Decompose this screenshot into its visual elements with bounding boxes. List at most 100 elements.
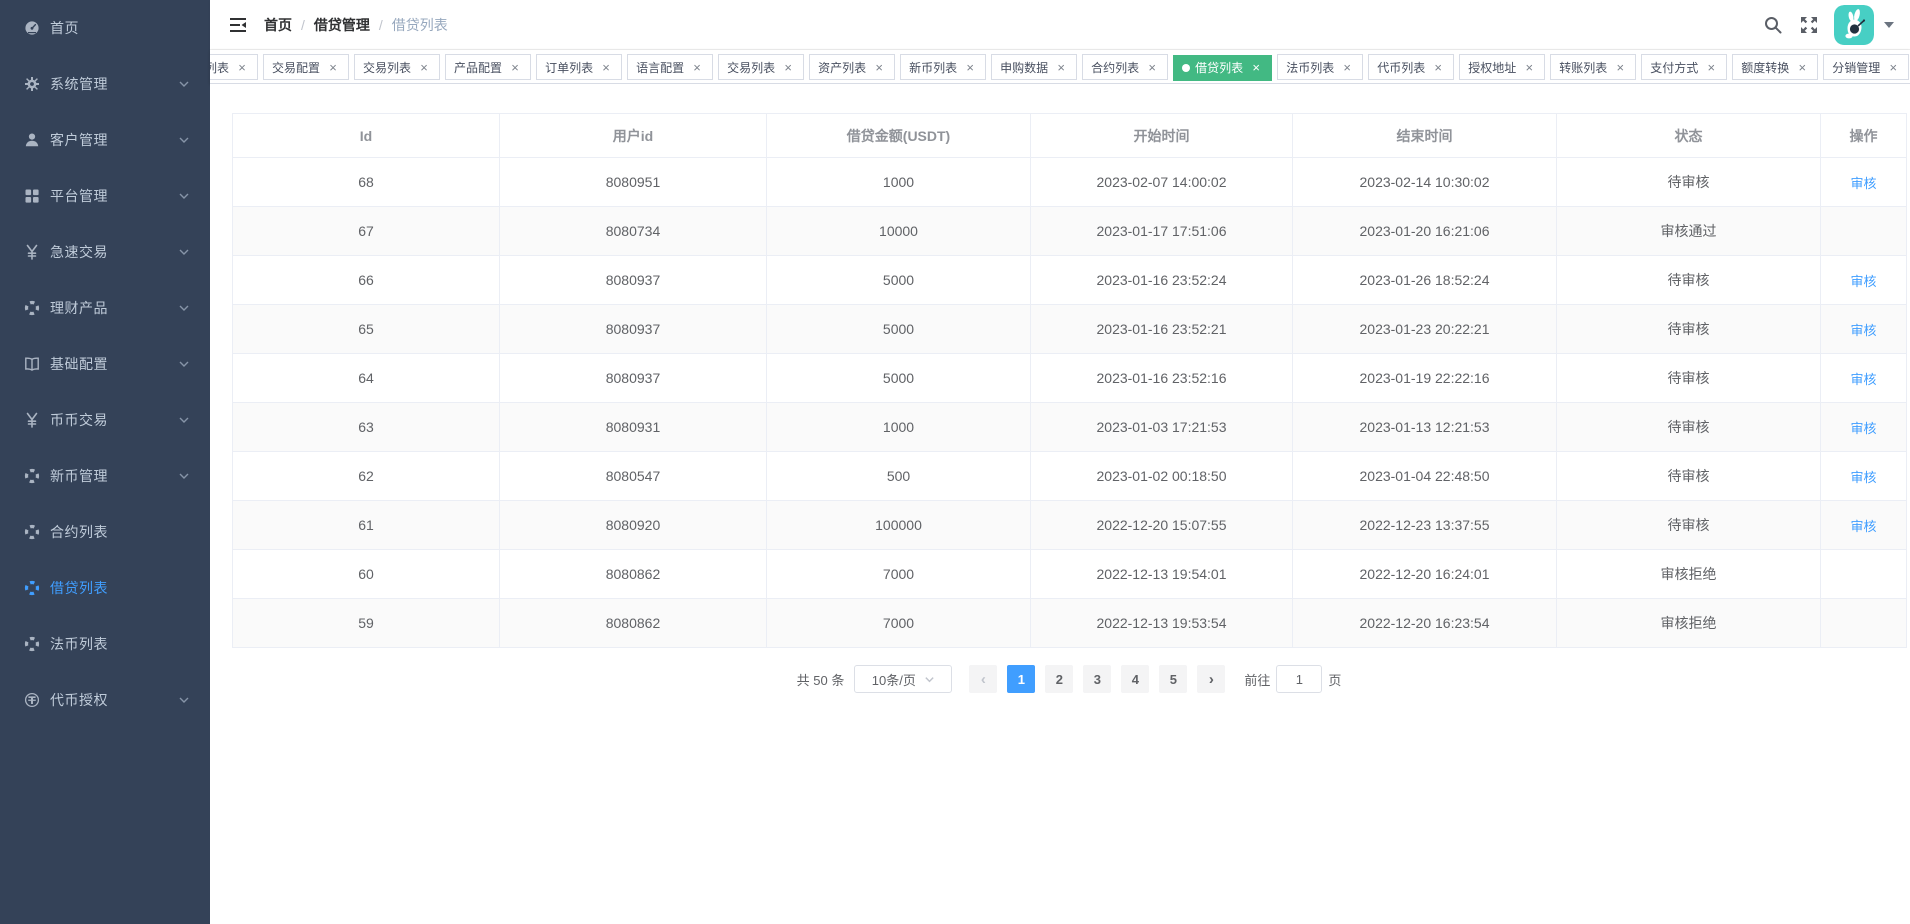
breadcrumb-item[interactable]: 首页 xyxy=(264,15,292,35)
cell-user_id: 8080937 xyxy=(500,256,767,305)
tag-label: 申购数据 xyxy=(1000,59,1048,76)
cell-id: 67 xyxy=(233,207,500,256)
sidebar-item[interactable]: 代币授权 xyxy=(0,672,210,728)
breadcrumb-item[interactable]: 借贷管理 xyxy=(314,15,370,35)
page-button-current[interactable]: 1 xyxy=(1007,665,1035,693)
sidebar-item[interactable]: 急速交易 xyxy=(0,224,210,280)
page-button[interactable]: 3 xyxy=(1083,665,1111,693)
tag-close-icon[interactable]: × xyxy=(963,60,977,74)
tag[interactable]: 列表× xyxy=(210,54,258,80)
tag-active[interactable]: 借贷列表× xyxy=(1173,55,1272,81)
review-link[interactable]: 审核 xyxy=(1850,176,1876,191)
tag[interactable]: 转账列表× xyxy=(1550,54,1636,80)
cell-id: 68 xyxy=(233,158,500,207)
page-button[interactable]: 5 xyxy=(1159,665,1187,693)
sidebar-item[interactable]: 新币管理 xyxy=(0,448,210,504)
cell-amount: 500 xyxy=(767,452,1031,501)
cell-id: 59 xyxy=(233,599,500,648)
tag[interactable]: 资产列表 × xyxy=(809,54,895,80)
sidebar-item[interactable]: 法币列表 xyxy=(0,616,210,672)
sidebar-item-label: 法币列表 xyxy=(50,634,190,654)
tag[interactable]: 订单列表× xyxy=(536,54,622,80)
tag-close-icon[interactable]: × xyxy=(1145,60,1159,74)
cell-end: 2022-12-20 16:23:54 xyxy=(1293,599,1557,648)
cell-action xyxy=(1821,207,1907,256)
tag-close-icon[interactable]: × xyxy=(1704,60,1718,74)
tag-label: 资产列表 xyxy=(818,59,866,76)
tag-close-icon[interactable]: × xyxy=(508,60,522,74)
search-icon[interactable] xyxy=(1764,16,1782,34)
tag[interactable]: 合约列表× xyxy=(1082,54,1168,80)
sidebar-item[interactable]: 借贷列表 xyxy=(0,560,210,616)
tag[interactable]: 法币列表× xyxy=(1277,54,1363,80)
tag[interactable]: 代币列表× xyxy=(1368,54,1454,80)
tag[interactable]: 产品配置 × xyxy=(445,54,531,80)
tag[interactable]: 交易列表× xyxy=(354,54,440,80)
chevron-down-icon xyxy=(178,470,190,482)
tag-close-icon[interactable]: × xyxy=(1613,60,1627,74)
cell-user_id: 8080862 xyxy=(500,599,767,648)
fullscreen-icon[interactable] xyxy=(1800,16,1818,34)
sidebar-item[interactable]: 平台管理 xyxy=(0,168,210,224)
tag[interactable]: 语言配置× xyxy=(627,54,713,80)
tag[interactable]: 额度转换× xyxy=(1732,54,1818,80)
review-link[interactable]: 审核 xyxy=(1850,421,1876,436)
cell-action: 审核 xyxy=(1821,501,1907,550)
review-link[interactable]: 审核 xyxy=(1850,372,1876,387)
tag-close-icon[interactable]: × xyxy=(1340,60,1354,74)
tag-close-icon[interactable]: × xyxy=(690,60,704,74)
cell-end: 2023-01-19 22:22:16 xyxy=(1293,354,1557,403)
tag-close-icon[interactable]: × xyxy=(1886,60,1900,74)
avatar[interactable] xyxy=(1834,5,1874,45)
tag-close-icon[interactable]: × xyxy=(1795,60,1809,74)
cell-id: 66 xyxy=(233,256,500,305)
tag-close-icon[interactable]: × xyxy=(417,60,431,74)
cell-status: 待审核 xyxy=(1557,452,1821,501)
tag[interactable]: 支付方式× xyxy=(1641,54,1727,80)
ring-icon xyxy=(24,580,40,596)
ring-icon xyxy=(24,636,40,652)
tag-label: 产品配置 xyxy=(454,59,502,76)
cell-end: 2023-02-14 10:30:02 xyxy=(1293,158,1557,207)
sidebar-item[interactable]: 基础配置 xyxy=(0,336,210,392)
tag-close-icon[interactable]: × xyxy=(1522,60,1536,74)
next-page-button[interactable]: › xyxy=(1197,665,1225,693)
tag-close-icon[interactable]: × xyxy=(326,60,340,74)
tag[interactable]: 申购数据 × xyxy=(991,54,1077,80)
main-area: 首页/借贷管理/借贷列表 xyxy=(210,0,1910,924)
tag[interactable]: 分销管理× xyxy=(1823,54,1909,80)
sidebar-item[interactable]: 理财产品 xyxy=(0,280,210,336)
review-link[interactable]: 审核 xyxy=(1850,519,1876,534)
tag-close-icon[interactable]: × xyxy=(872,60,886,74)
tag[interactable]: 授权地址× xyxy=(1459,54,1545,80)
review-link[interactable]: 审核 xyxy=(1850,274,1876,289)
sidebar-item[interactable]: 客户管理 xyxy=(0,112,210,168)
review-link[interactable]: 审核 xyxy=(1850,323,1876,338)
cell-id: 61 xyxy=(233,501,500,550)
tag[interactable]: 新币列表× xyxy=(900,54,986,80)
tag-close-icon[interactable]: × xyxy=(1249,61,1263,75)
tag-close-icon[interactable]: × xyxy=(1054,60,1068,74)
goto-page-input[interactable] xyxy=(1276,665,1322,693)
tag[interactable]: 交易配置× xyxy=(263,54,349,80)
tag-close-icon[interactable]: × xyxy=(599,60,613,74)
sidebar-item[interactable]: 合约列表 xyxy=(0,504,210,560)
sidebar-item-label: 基础配置 xyxy=(50,354,178,374)
sidebar-item-label: 平台管理 xyxy=(50,186,178,206)
cell-user_id: 8080951 xyxy=(500,158,767,207)
tag-close-icon[interactable]: × xyxy=(1431,60,1445,74)
sidebar-item[interactable]: 首页 xyxy=(0,0,210,56)
sidebar-item[interactable]: 系统管理 xyxy=(0,56,210,112)
chevron-down-icon xyxy=(178,78,190,90)
caret-down-icon[interactable] xyxy=(1884,22,1894,28)
hamburger-fold-icon[interactable] xyxy=(228,15,248,35)
page-size-select[interactable]: 10条/页 xyxy=(854,665,952,693)
tag-close-icon[interactable]: × xyxy=(781,60,795,74)
review-link[interactable]: 审核 xyxy=(1850,470,1876,485)
page-button[interactable]: 2 xyxy=(1045,665,1073,693)
tag[interactable]: 交易列表× xyxy=(718,54,804,80)
sidebar-item[interactable]: 币币交易 xyxy=(0,392,210,448)
page-button[interactable]: 4 xyxy=(1121,665,1149,693)
tag-close-icon[interactable]: × xyxy=(235,60,249,74)
prev-page-button[interactable]: ‹ xyxy=(969,665,997,693)
